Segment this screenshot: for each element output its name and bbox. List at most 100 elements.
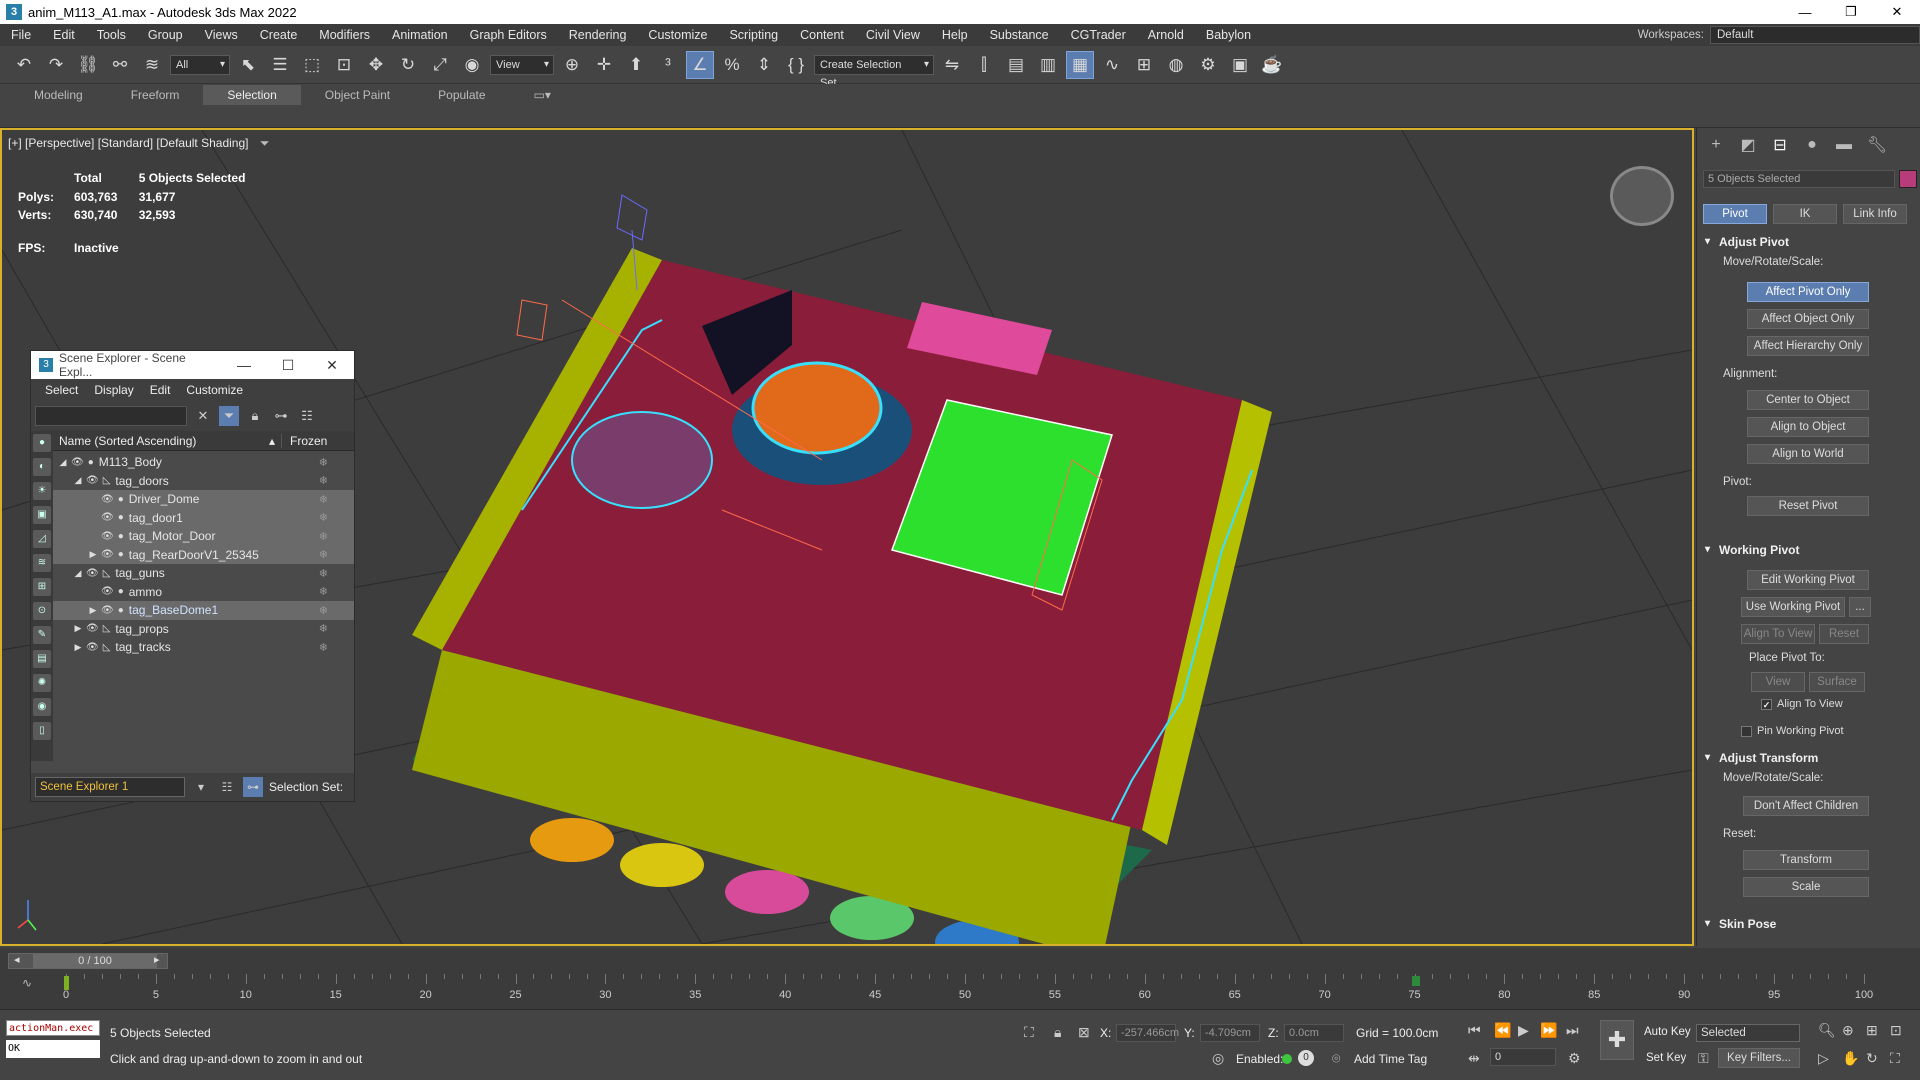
time-slider-thumb[interactable]: 0 / 100 xyxy=(33,954,157,968)
keyboard-shortcut-icon[interactable]: ⬆ xyxy=(622,51,650,79)
material-editor-icon[interactable]: ◍ xyxy=(1162,51,1190,79)
prev-frame-icon[interactable]: ◂ xyxy=(14,953,20,966)
time-tag-icon[interactable]: ⌾ xyxy=(1332,1050,1340,1067)
containers-filter-icon[interactable]: ▤ xyxy=(33,650,51,668)
named-selection-set-dropdown[interactable]: Create Selection Set xyxy=(814,54,934,89)
freeze-toggle-icon[interactable]: ❄ xyxy=(319,511,328,524)
expand-arrow-icon[interactable]: ▶ xyxy=(87,605,99,616)
filter-icon[interactable]: ⏷ xyxy=(260,136,270,150)
ribbon-tab-freeform[interactable]: Freeform xyxy=(107,85,204,105)
sort-by-hierarchy-icon[interactable]: ⊶ xyxy=(243,777,263,797)
visibility-eye-icon[interactable]: 👁︎ xyxy=(86,475,99,486)
scene-tree-row[interactable]: ▶ 👁︎ ● tag_BaseDome1 ❄ xyxy=(53,601,354,620)
freeze-toggle-icon[interactable]: ❄ xyxy=(319,474,328,487)
undo-icon[interactable]: ↶ xyxy=(10,51,38,79)
expand-arrow-icon[interactable]: ▶ xyxy=(72,623,84,634)
expand-arrow-icon[interactable]: ◢ xyxy=(72,568,84,579)
visibility-eye-icon[interactable]: 👁︎ xyxy=(101,586,114,597)
edit-named-selection-icon[interactable]: { } xyxy=(782,51,810,79)
percent-snap-icon[interactable]: % xyxy=(718,51,746,79)
window-crossing-icon[interactable]: ⊡ xyxy=(330,51,358,79)
create-tab-icon[interactable]: + xyxy=(1707,136,1725,154)
isolate-selection-icon[interactable]: ⛶ xyxy=(1024,1024,1034,1041)
orbit-icon[interactable]: ↻ xyxy=(1866,1050,1878,1067)
scene-explorer-close-button[interactable]: ✕ xyxy=(310,357,354,374)
expand-arrow-icon[interactable]: ▶ xyxy=(72,642,84,653)
scene-tree-row[interactable]: 👁︎ ● ammo ❄ xyxy=(53,583,354,602)
ribbon-tab-modeling[interactable]: Modeling xyxy=(10,85,107,105)
link-icon[interactable]: ⛓ xyxy=(74,51,102,79)
menu-group[interactable]: Group xyxy=(137,24,194,46)
curve-editor-mini-icon[interactable]: ∿ xyxy=(22,976,32,990)
move-icon[interactable]: ✥ xyxy=(362,51,390,79)
freeze-toggle-icon[interactable]: ❄ xyxy=(319,493,328,506)
clear-search-icon[interactable]: ✕ xyxy=(193,406,213,426)
close-button[interactable]: ✕ xyxy=(1874,0,1920,24)
time-slider-track[interactable]: 0 / 100 xyxy=(8,953,168,969)
reference-coordinate-dropdown[interactable]: View xyxy=(490,54,554,75)
menu-customize[interactable]: Customize xyxy=(637,24,718,46)
zoom-extents-all-icon[interactable]: ⊡ xyxy=(1890,1022,1902,1039)
display-tab-icon[interactable]: ▬ xyxy=(1835,136,1853,154)
layer-manager-icon[interactable]: ▤ xyxy=(1002,51,1030,79)
previous-key-icon[interactable]: ⏪ xyxy=(1494,1022,1511,1039)
y-coordinate-field[interactable]: -4.709cm xyxy=(1200,1024,1260,1042)
bind-spacewarp-icon[interactable]: ≋ xyxy=(138,51,166,79)
absolute-mode-icon[interactable]: ⊠ xyxy=(1078,1024,1090,1041)
menu-content[interactable]: Content xyxy=(789,24,855,46)
viewcube-icon[interactable] xyxy=(1610,166,1674,226)
menu-civil-view[interactable]: Civil View xyxy=(855,24,931,46)
keyframe-marker[interactable] xyxy=(1412,976,1420,986)
menu-babylon[interactable]: Babylon xyxy=(1195,24,1262,46)
display-none-icon[interactable]: ▯ xyxy=(33,722,51,740)
visibility-eye-icon[interactable]: 👁︎ xyxy=(101,531,114,542)
maxscript-listener-input[interactable]: actionMan.exec xyxy=(6,1020,100,1036)
scale-icon[interactable]: ⤢ xyxy=(426,51,454,79)
select-object-icon[interactable]: ⬉ xyxy=(234,51,262,79)
align-to-object-button[interactable]: Align to Object xyxy=(1747,417,1869,437)
snap-3d-icon[interactable]: ³ xyxy=(654,51,682,79)
curve-editor-icon[interactable]: ∿ xyxy=(1098,51,1126,79)
workspaces-dropdown[interactable]: Default xyxy=(1710,26,1920,44)
groups-filter-icon[interactable]: ⊞ xyxy=(33,578,51,596)
mirror-icon[interactable]: ⇋ xyxy=(938,51,966,79)
ik-subtab[interactable]: IK xyxy=(1773,204,1837,224)
scene-tree-row[interactable]: 👁︎ ● tag_door1 ❄ xyxy=(53,508,354,527)
object-name-field[interactable]: 5 Objects Selected xyxy=(1703,170,1895,188)
zoom-all-icon[interactable]: ⊕ xyxy=(1842,1022,1854,1039)
spacewarps-filter-icon[interactable]: ≋ xyxy=(33,554,51,572)
next-frame-icon[interactable]: ▸ xyxy=(154,953,160,966)
add-time-tag-button[interactable]: Add Time Tag xyxy=(1354,1052,1427,1066)
place-icon[interactable]: ◉ xyxy=(458,51,486,79)
lights-filter-icon[interactable]: ☀ xyxy=(33,482,51,500)
geometry-filter-icon[interactable]: ● xyxy=(33,434,51,452)
affect-pivot-only-button[interactable]: Affect Pivot Only xyxy=(1747,282,1869,302)
schematic-view-icon[interactable]: ⊞ xyxy=(1130,51,1158,79)
hierarchy-icon[interactable]: ⊶ xyxy=(271,406,291,426)
menu-create[interactable]: Create xyxy=(249,24,309,46)
expand-arrow-icon[interactable]: ▶ xyxy=(87,549,99,560)
menu-help[interactable]: Help xyxy=(931,24,979,46)
freeze-toggle-icon[interactable]: ❄ xyxy=(319,456,328,469)
expand-arrow-icon[interactable]: ◢ xyxy=(72,475,84,486)
align-to-world-button[interactable]: Align to World xyxy=(1747,444,1869,464)
set-key-button[interactable]: Set Key xyxy=(1646,1052,1686,1064)
explorer-selector-dropdown[interactable]: Scene Explorer 1 xyxy=(35,777,185,797)
link-info-subtab[interactable]: Link Info xyxy=(1843,204,1907,224)
particles-filter-icon[interactable]: ✺ xyxy=(33,674,51,692)
minimize-button[interactable]: — xyxy=(1782,0,1828,24)
freeze-toggle-icon[interactable]: ❄ xyxy=(319,622,328,635)
selection-lock-icon[interactable]: 🔒︎ xyxy=(1054,1024,1061,1041)
freeze-toggle-icon[interactable]: ❄ xyxy=(319,641,328,654)
se-menu-select[interactable]: Select xyxy=(37,383,86,397)
spinner-snap-icon[interactable]: ⇕ xyxy=(750,51,778,79)
visibility-eye-icon[interactable]: 👁︎ xyxy=(86,623,99,634)
adjust-pivot-rollout[interactable]: Adjust Pivot xyxy=(1701,232,1915,252)
menu-scripting[interactable]: Scripting xyxy=(718,24,789,46)
skin-pose-rollout[interactable]: Skin Pose xyxy=(1701,914,1915,934)
angle-snap-icon[interactable]: ∠ xyxy=(686,50,714,79)
viewport-label-text[interactable]: [+] [Perspective] [Standard] [Default Sh… xyxy=(8,136,248,150)
menu-tools[interactable]: Tools xyxy=(86,24,137,46)
redo-icon[interactable]: ↷ xyxy=(42,51,70,79)
menu-modifiers[interactable]: Modifiers xyxy=(308,24,381,46)
